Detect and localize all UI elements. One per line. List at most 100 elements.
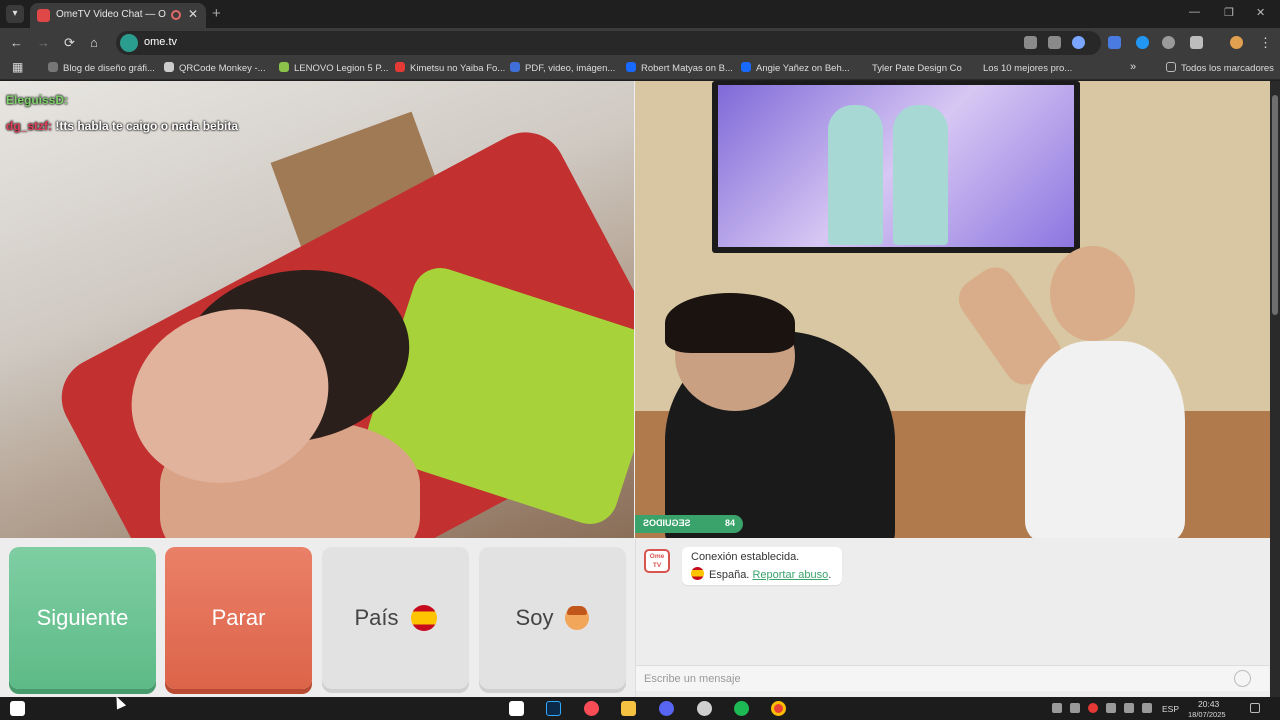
os-taskbar: ESP 20:43 18/07/2025 (0, 697, 1280, 720)
next-button[interactable]: Siguiente (9, 547, 156, 689)
itunes-icon[interactable] (584, 701, 599, 716)
notifications-icon[interactable] (1250, 703, 1260, 713)
message-input[interactable]: Escribe un mensaje (636, 665, 1269, 691)
bookmark-favicon-icon (395, 62, 405, 72)
all-bookmarks-folder[interactable]: Todos los marcadores (1166, 62, 1274, 74)
extension-gear-icon[interactable] (1162, 36, 1175, 49)
person-head (1050, 246, 1135, 341)
file-explorer-icon[interactable] (621, 701, 636, 716)
bookmark-item[interactable]: Blog de diseño gráfi... (48, 62, 155, 74)
country-line: España. Reportar abuso. (691, 567, 831, 581)
apps-grid-icon[interactable]: ▦ (12, 60, 23, 74)
microphone-icon[interactable] (1070, 703, 1080, 713)
maximize-button[interactable]: ❐ (1224, 6, 1234, 19)
reload-icon[interactable]: ⟳ (64, 35, 75, 51)
windows-start-icon[interactable] (10, 701, 25, 716)
follow-badge-label: SEGUIDOS (643, 518, 691, 528)
clock-date[interactable]: 18/07/2025 (1188, 710, 1226, 719)
photoshop-icon[interactable] (546, 701, 561, 716)
bookmark-favicon-icon (857, 62, 867, 72)
bookmark-favicon-icon (741, 62, 751, 72)
ometv-page: EleguissD: dg_stzf: !tts habla te caigo … (0, 81, 1270, 697)
system-message: Conexión establecida. España. Reportar a… (682, 547, 842, 585)
back-icon[interactable]: ← (10, 35, 23, 50)
new-tab-button[interactable]: + (212, 5, 221, 22)
country-name: España. (709, 569, 750, 581)
bookmark-item[interactable]: Angie Yañez on Beh... (741, 62, 850, 74)
boy-emoji-icon (565, 606, 590, 630)
country-label: País (354, 605, 399, 630)
stream-chat-message: !tts habla te caigo o nada bebita (55, 119, 239, 133)
bookmarks-bar: ▦ Blog de diseño gráfi... QRCode Monkey … (0, 58, 1280, 80)
emoji-icon[interactable] (1234, 670, 1251, 687)
site-info-icon[interactable] (120, 34, 138, 52)
translate-icon[interactable] (1048, 36, 1061, 49)
bookmark-item[interactable]: Tyler Pate Design Co (857, 62, 962, 74)
bookmark-item[interactable]: Robert Matyas on B... (626, 62, 733, 74)
tab-strip: ▾ OmeTV Video Chat — Ome ✕ + — ❐ ✕ (0, 0, 1280, 28)
bookmark-favicon-icon (968, 62, 978, 72)
forward-icon[interactable]: → (37, 35, 50, 50)
spotify-icon[interactable] (734, 701, 749, 716)
extension-shazam-icon[interactable] (1136, 36, 1149, 49)
tab-search-button[interactable]: ▾ (6, 5, 24, 23)
bookmark-star-icon[interactable] (1072, 36, 1085, 49)
tv-picture (718, 85, 1074, 247)
spain-flag-icon (410, 605, 437, 631)
close-window-button[interactable]: ✕ (1256, 6, 1265, 19)
report-abuse-link[interactable]: Reportar abuso (752, 569, 828, 581)
scrollbar-thumb[interactable] (1272, 95, 1278, 315)
address-bar[interactable]: ome.tv (116, 31, 1101, 55)
country-button[interactable]: País (322, 547, 469, 689)
discord-icon[interactable] (659, 701, 674, 716)
profile-avatar[interactable] (1230, 36, 1243, 49)
tray-app-icon[interactable] (1106, 703, 1116, 713)
local-video: SEGUIDOS 84 (635, 81, 1270, 538)
cast-icon[interactable] (1024, 36, 1037, 49)
next-label: Siguiente (36, 605, 129, 630)
bookmark-item[interactable]: PDF, video, imágen... (510, 62, 615, 74)
tv-person (828, 105, 883, 245)
bookmark-favicon-icon (164, 62, 174, 72)
tab-ometv[interactable]: OmeTV Video Chat — Ome ✕ (30, 3, 206, 28)
tray-app-icon[interactable] (1088, 703, 1098, 713)
tab-title: OmeTV Video Chat — Ome (56, 9, 166, 20)
gender-button[interactable]: Soy (479, 547, 626, 689)
spain-flag-icon (691, 567, 704, 580)
obs-icon[interactable] (697, 701, 712, 716)
language-indicator[interactable]: ESP (1162, 704, 1179, 714)
bookmarks-overflow-icon[interactable]: » (1130, 61, 1136, 73)
minimize-button[interactable]: — (1189, 6, 1200, 18)
bookmark-favicon-icon (48, 62, 58, 72)
remote-video: EleguissD: dg_stzf: !tts habla te caigo … (0, 81, 634, 538)
message-placeholder: Escribe un mensaje (644, 673, 741, 685)
stop-button[interactable]: Parar (165, 547, 312, 689)
bookmark-item[interactable]: QRCode Monkey -... (164, 62, 266, 74)
menu-kebab-icon[interactable]: ⋮ (1259, 35, 1272, 51)
bookmark-item[interactable]: LENOVO Legion 5 P... (279, 62, 388, 74)
gender-label: Soy (515, 605, 554, 630)
chat-panel: Ome TV Conexión establecida. España. Repo… (635, 539, 1270, 697)
bookmark-item[interactable]: Los 10 mejores pro... (968, 62, 1072, 74)
person-white-shirt (1025, 341, 1185, 538)
tray-chevron-icon[interactable] (1052, 703, 1062, 713)
stream-chat-user-1: EleguissD: (6, 93, 69, 107)
recording-indicator-icon (171, 10, 181, 20)
home-icon[interactable]: ⌂ (90, 35, 98, 50)
follow-badge: SEGUIDOS 84 (635, 515, 743, 533)
tv-screen (712, 81, 1080, 253)
tv-person (893, 105, 948, 245)
page-scrollbar[interactable] (1270, 81, 1280, 697)
wifi-icon[interactable] (1124, 703, 1134, 713)
bookmark-favicon-icon (279, 62, 289, 72)
tab-close-icon[interactable]: ✕ (188, 7, 198, 21)
capcut-icon[interactable] (509, 701, 524, 716)
ometv-logo-icon: Ome TV (644, 549, 670, 573)
clock-time[interactable]: 20:43 (1198, 699, 1219, 709)
volume-icon[interactable] (1142, 703, 1152, 713)
chrome-icon[interactable] (771, 701, 786, 716)
ometv-favicon-icon (37, 9, 50, 22)
extensions-puzzle-icon[interactable] (1190, 36, 1203, 49)
extension-icon[interactable] (1108, 36, 1121, 49)
bookmark-item[interactable]: Kimetsu no Yaiba Fo... (395, 62, 505, 74)
